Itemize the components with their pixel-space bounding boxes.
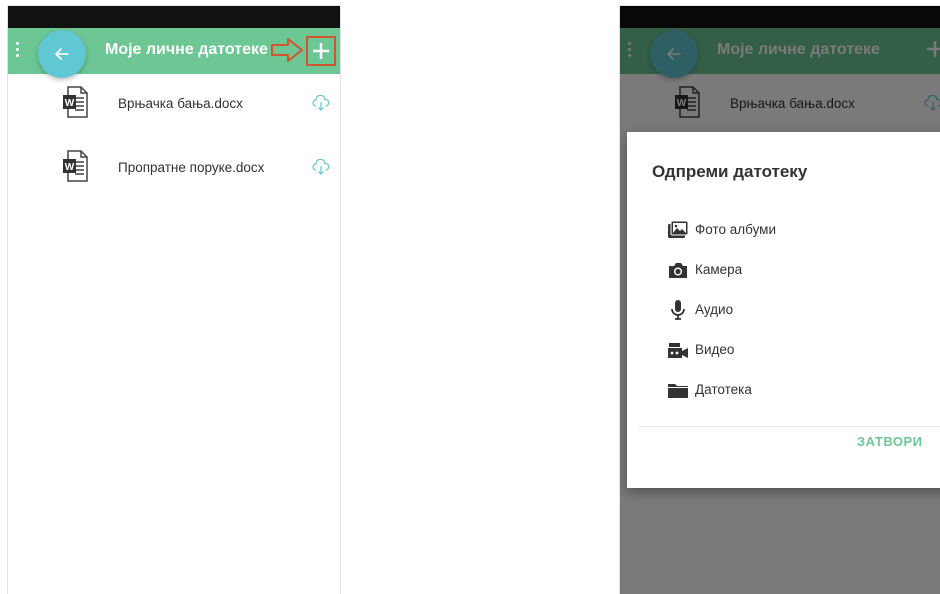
word-document-icon: W: [63, 150, 88, 182]
photo-album-icon: [668, 220, 689, 238]
cloud-download-icon[interactable]: [312, 95, 330, 111]
plus-icon: [313, 43, 329, 59]
arrow-left-icon: [55, 48, 69, 60]
cloud-download-icon[interactable]: [312, 159, 330, 175]
page-title: Моје личне датотеке: [105, 41, 268, 58]
upload-option-label: Аудио: [695, 302, 734, 317]
dialog-divider: [639, 426, 940, 427]
upload-option-file[interactable]: Датотека: [663, 376, 923, 404]
status-bar: [8, 6, 340, 28]
file-name: Врњачка бања.docx: [118, 96, 243, 111]
upload-option-photo-albums[interactable]: Фото албуми: [663, 216, 923, 244]
more-options-icon[interactable]: [16, 42, 20, 58]
video-camera-icon: [668, 343, 688, 358]
folder-icon: [668, 384, 688, 398]
word-document-icon: W: [63, 86, 88, 118]
phone-screen-file-list: Моје личне датотеке W Врњачка бања.docx: [8, 6, 340, 594]
microphone-icon: [671, 300, 685, 320]
camera-icon: [669, 263, 687, 278]
upload-dialog: Одпреми датотеку Фото албуми Камера Ауди…: [627, 132, 940, 488]
svg-text:W: W: [65, 162, 75, 173]
file-list-item[interactable]: W Врњачка бања.docx: [8, 82, 340, 126]
upload-option-label: Датотека: [695, 382, 752, 397]
add-file-button[interactable]: [306, 36, 336, 66]
upload-option-label: Фото албуми: [695, 222, 777, 237]
phone-screen-upload-dialog: Моје личне датотеке W Врњачка бања.docx …: [620, 6, 940, 594]
dialog-title: Одпреми датотеку: [652, 162, 808, 181]
file-name: Пропратне поруке.docx: [118, 160, 265, 175]
svg-text:W: W: [65, 98, 75, 109]
close-button[interactable]: ЗАТВОРИ: [857, 434, 923, 449]
back-button[interactable]: [38, 30, 86, 78]
upload-option-audio[interactable]: Аудио: [663, 296, 923, 324]
file-list-item[interactable]: W Пропратне поруке.docx: [8, 146, 340, 190]
upload-option-label: Видео: [695, 342, 735, 357]
upload-option-label: Камера: [695, 262, 743, 277]
upload-option-video[interactable]: Видео: [663, 336, 923, 364]
arrow-right-icon: [271, 38, 303, 62]
upload-option-camera[interactable]: Камера: [663, 256, 923, 284]
